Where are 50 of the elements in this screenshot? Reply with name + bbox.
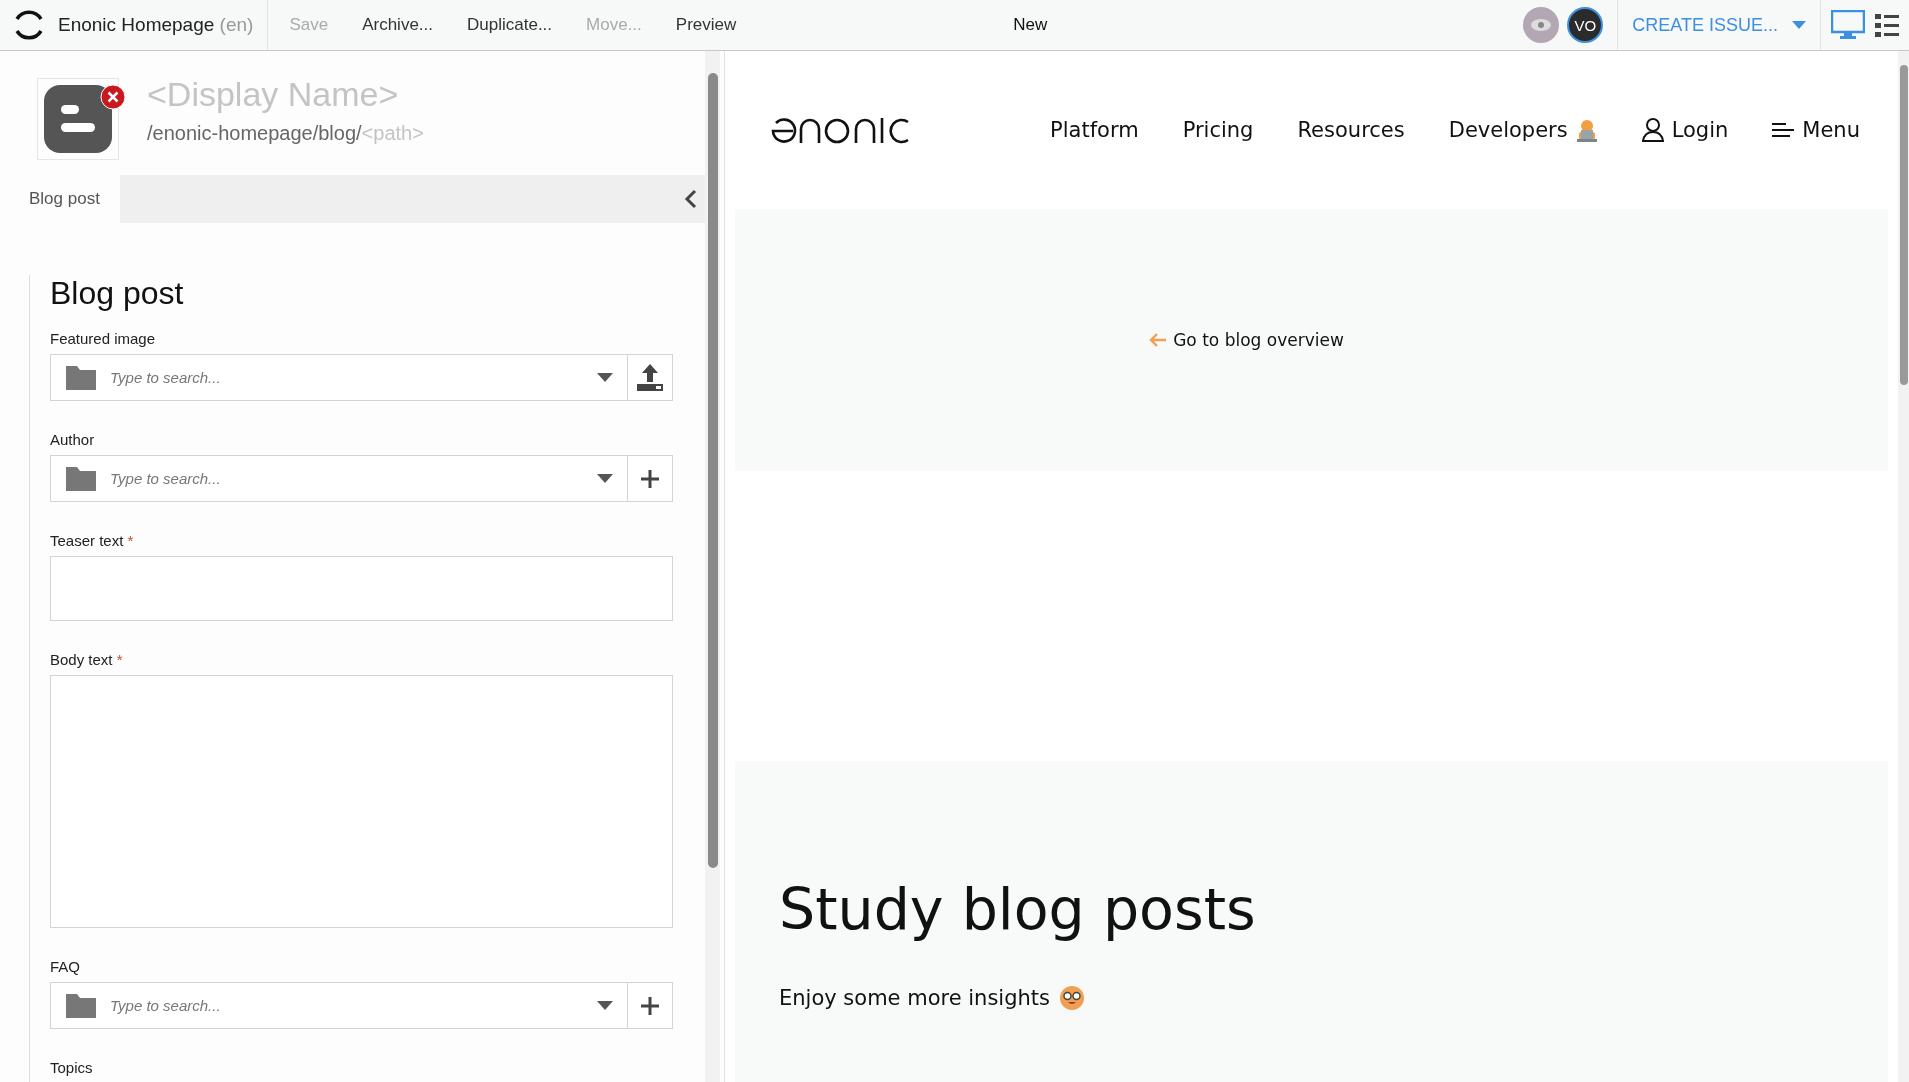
field-label: Body text * <box>50 651 124 668</box>
developer-emoji-icon <box>1575 118 1598 142</box>
search-selector-field[interactable]: Type to search... <box>50 982 673 1029</box>
field-label: Teaser text * <box>50 532 135 549</box>
dropdown-caret-icon[interactable] <box>597 373 613 382</box>
nav-link[interactable]: Pricing <box>1182 118 1254 142</box>
text-area-field[interactable] <box>50 556 673 621</box>
dropdown-caret-icon[interactable] <box>597 474 613 483</box>
nav-link[interactable]: Login <box>1641 118 1729 142</box>
preview-scrollbar[interactable] <box>1898 51 1909 1082</box>
status-label: New <box>1013 15 1048 35</box>
nav-link[interactable]: Resources <box>1297 118 1405 142</box>
search-selector-field[interactable]: Type to search... <box>50 455 673 502</box>
toolbar-action[interactable]: Duplicate... <box>450 15 570 35</box>
search-input[interactable]: Type to search... <box>108 469 583 488</box>
content-type-icon <box>44 85 112 153</box>
field-label: Featured image <box>50 330 157 347</box>
toolbar-action[interactable]: Archive... <box>345 15 450 35</box>
field-label: FAQ <box>50 958 81 975</box>
form-title: Blog post <box>50 275 185 312</box>
search-input[interactable]: Type to search... <box>108 368 583 387</box>
plus-icon <box>641 469 659 488</box>
folder-icon <box>66 466 96 491</box>
person-icon <box>1641 118 1664 142</box>
back-link[interactable]: Go to blog overview <box>1149 330 1344 350</box>
back-arrow-icon <box>1149 333 1168 347</box>
field-label: Topics <box>50 1059 94 1076</box>
nav-link[interactable]: Developers <box>1448 118 1598 142</box>
plus-icon <box>641 996 659 1015</box>
nerd-face-emoji-icon <box>1060 986 1084 1010</box>
toolbar-action[interactable]: Preview <box>658 15 754 35</box>
page-heading: Study blog posts <box>779 876 1257 942</box>
nav-link[interactable]: Platform <box>1050 118 1139 142</box>
user-initials-avatar[interactable]: VO <box>1567 7 1604 43</box>
intro-text: Enjoy some more insights <box>779 986 1050 1010</box>
menu-icon <box>1772 122 1795 138</box>
search-input[interactable]: Type to search... <box>108 996 583 1015</box>
nav-link[interactable]: Menu <box>1772 118 1860 142</box>
content-path: /enonic-homepage/blog/<path> <box>147 122 424 145</box>
field-label: Author <box>50 431 96 448</box>
search-selector-field[interactable]: Type to search... <box>50 354 673 401</box>
folder-icon <box>66 993 96 1018</box>
scrollbar[interactable] <box>705 51 720 1082</box>
collapse-chevron-icon[interactable] <box>683 189 697 209</box>
app-title: Enonic Homepage (en) <box>58 14 254 36</box>
folder-icon <box>66 365 96 390</box>
upload-icon <box>636 363 664 392</box>
caret-icon <box>1792 21 1806 29</box>
dropdown-caret-icon[interactable] <box>597 1001 613 1010</box>
text-area-field[interactable] <box>50 675 673 928</box>
